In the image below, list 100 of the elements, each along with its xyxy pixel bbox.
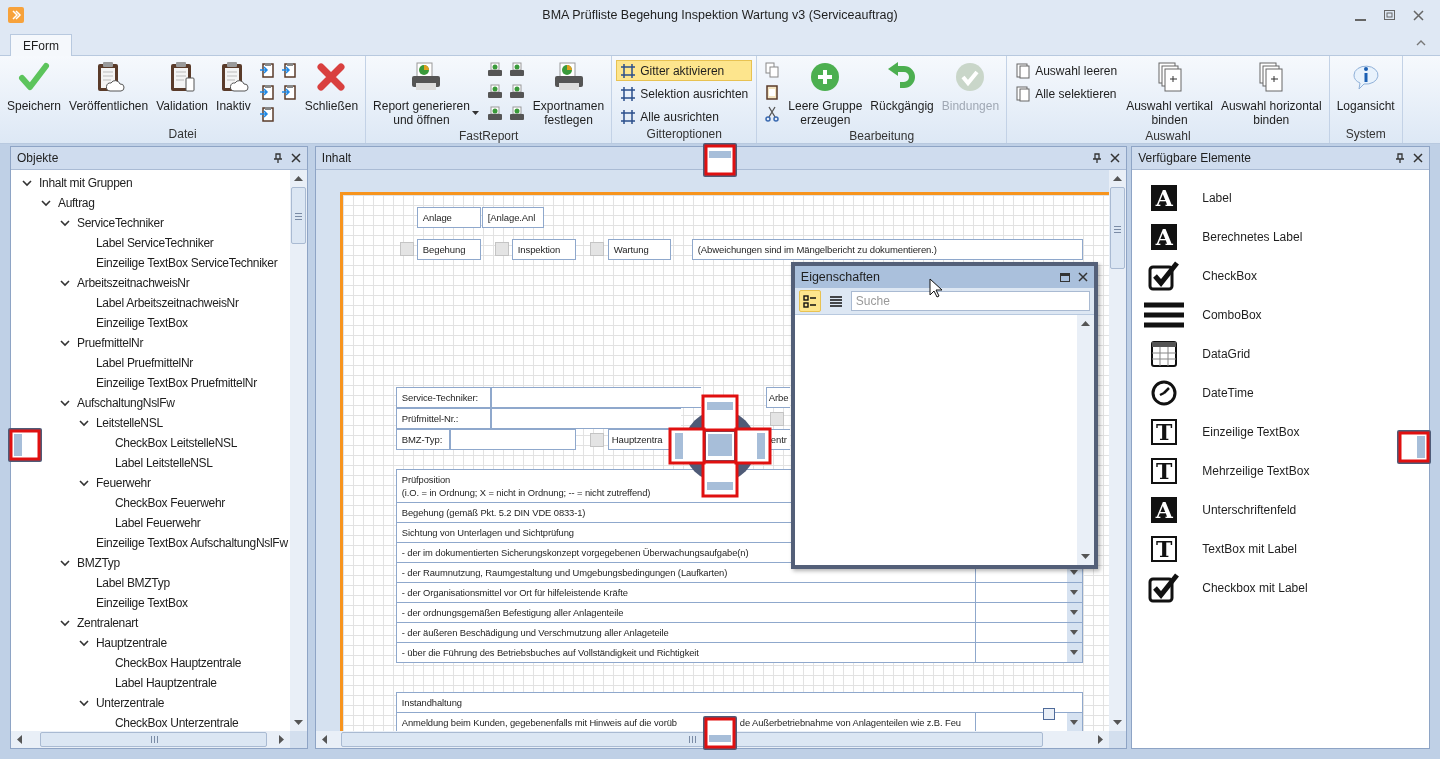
form-checkbox[interactable] xyxy=(494,242,509,256)
ribbon-button[interactable]: Leere Gruppe erzeugen xyxy=(785,59,866,129)
arrow-up-icon[interactable] xyxy=(293,174,303,183)
tree-item[interactable]: AufschaltungNslFw xyxy=(75,396,177,410)
ribbon-tab[interactable]: EForm xyxy=(10,34,72,56)
close-icon[interactable] xyxy=(1413,153,1423,163)
tree-item[interactable]: Unterzentrale xyxy=(94,696,167,710)
printer-icon[interactable] xyxy=(508,62,525,78)
horizontal-scrollbar[interactable] xyxy=(315,731,1110,748)
tree-item[interactable]: CheckBox Feuerwehr xyxy=(113,496,227,510)
ribbon-button[interactable]: Speichern xyxy=(4,59,65,115)
collapse-ribbon-icon[interactable] xyxy=(1416,38,1426,46)
chevron-down-icon[interactable] xyxy=(60,338,70,348)
clipboard-arrow-icon[interactable] xyxy=(258,106,275,122)
dropdown-field[interactable] xyxy=(974,623,1082,642)
form-checkbox[interactable] xyxy=(769,412,784,426)
printer-icon[interactable] xyxy=(486,62,503,78)
ribbon-button[interactable]: Validation xyxy=(153,59,212,115)
scrollbar-thumb[interactable] xyxy=(290,187,306,244)
dropdown-field[interactable] xyxy=(974,643,1082,662)
maximize-icon[interactable] xyxy=(1059,272,1070,282)
close-icon[interactable] xyxy=(1110,153,1121,163)
form-field[interactable] xyxy=(490,408,681,429)
element-item[interactable]: CheckBox xyxy=(1202,268,1257,283)
dock-indicator-icon[interactable] xyxy=(703,716,737,750)
tree-item[interactable]: Label PruefmittelNr xyxy=(94,356,195,370)
form-label[interactable]: Inspektion xyxy=(511,239,576,260)
element-item[interactable]: Einzeilige TextBox xyxy=(1202,424,1300,439)
search-field[interactable]: Suche xyxy=(850,291,1090,311)
tree-item[interactable]: Label LeitstelleNSL xyxy=(113,456,215,470)
ribbon-button[interactable]: Auswahl leeren xyxy=(1011,60,1122,81)
tree-item[interactable]: Label Feuerwehr xyxy=(113,516,203,530)
form-label[interactable]: Begehung xyxy=(416,239,481,260)
element-item[interactable]: Berechnetes Label xyxy=(1202,229,1303,244)
chevron-down-icon[interactable] xyxy=(60,278,70,288)
form-label[interactable]: Wartung xyxy=(607,239,671,260)
tree-item[interactable]: ArbeitszeitnachweisNr xyxy=(75,276,192,290)
close-icon[interactable] xyxy=(1077,272,1088,282)
arrow-up-icon[interactable] xyxy=(1113,174,1123,183)
tree-item[interactable]: LeitstelleNSL xyxy=(94,416,165,430)
restore-button[interactable] xyxy=(1382,7,1397,23)
arrow-up-icon[interactable] xyxy=(1080,319,1090,328)
dock-indicator-icon[interactable] xyxy=(1397,430,1431,464)
ribbon-button[interactable]: Inaktiv xyxy=(213,59,254,115)
form-checkbox[interactable] xyxy=(589,433,604,447)
form-label[interactable]: Prüfmittel-Nr.: xyxy=(395,408,491,429)
scrollbar-thumb[interactable] xyxy=(40,732,267,747)
arrow-right-icon[interactable] xyxy=(1096,735,1106,744)
dock-indicator-icon[interactable] xyxy=(734,427,772,465)
element-item[interactable]: DataGrid xyxy=(1202,346,1251,361)
arrow-down-icon[interactable] xyxy=(1080,552,1090,561)
form-field[interactable] xyxy=(490,387,701,408)
form-label[interactable]: Service-Techniker: xyxy=(395,387,491,408)
dock-indicator-icon[interactable] xyxy=(701,394,739,432)
pin-icon[interactable] xyxy=(1395,153,1405,163)
tree-item[interactable]: PruefmittelNr xyxy=(75,336,146,350)
tree-item[interactable]: Label BMZTyp xyxy=(94,576,172,590)
dock-indicator-icon[interactable] xyxy=(8,428,42,462)
element-item[interactable]: Checkbox mit Label xyxy=(1202,580,1308,595)
element-item[interactable]: Unterschriftenfeld xyxy=(1202,502,1297,517)
clipboard-arrow-icon[interactable] xyxy=(258,62,275,78)
arrow-down-icon[interactable] xyxy=(1113,718,1123,727)
form-field[interactable] xyxy=(449,429,576,450)
form-checkbox[interactable] xyxy=(399,242,414,256)
element-item[interactable]: Mehrzeilige TextBox xyxy=(1202,463,1310,478)
horizontal-scrollbar[interactable] xyxy=(11,731,290,748)
scrollbar-thumb[interactable] xyxy=(1110,187,1126,269)
clipboard-arrow-icon[interactable] xyxy=(280,84,297,100)
view-button[interactable] xyxy=(798,290,821,312)
tree-item[interactable]: Inhalt mit Gruppen xyxy=(37,176,135,190)
ribbon-button[interactable]: Schließen xyxy=(301,59,362,115)
ribbon-button[interactable]: Selektion ausrichten xyxy=(616,83,753,104)
element-item[interactable]: TextBox mit Label xyxy=(1202,541,1297,556)
tree-item[interactable]: Zentralenart xyxy=(75,616,141,630)
dropdown-field[interactable] xyxy=(974,713,1082,731)
ribbon-button[interactable]: Gitter aktivieren xyxy=(616,60,753,81)
arrow-down-icon[interactable] xyxy=(293,718,303,727)
tree-item[interactable]: Einzeilige TextBox PruefmittelNr xyxy=(94,376,259,390)
ribbon-button[interactable]: Alle ausrichten xyxy=(616,106,753,127)
form-checkbox[interactable] xyxy=(589,242,604,256)
scissors-icon[interactable] xyxy=(764,106,781,122)
printer-icon[interactable] xyxy=(486,106,503,122)
element-item[interactable]: DateTime xyxy=(1202,385,1254,400)
tree-item[interactable]: Einzeilige TextBox AufschaltungNslFw xyxy=(94,536,290,550)
chevron-down-icon[interactable] xyxy=(60,558,70,568)
tree-item[interactable]: ServiceTechniker xyxy=(75,216,166,230)
chevron-down-icon[interactable] xyxy=(79,478,89,488)
pin-icon[interactable] xyxy=(1092,153,1103,163)
close-icon[interactable] xyxy=(290,153,301,163)
ribbon-button[interactable]: Logansicht xyxy=(1333,59,1398,115)
tree-item[interactable]: Label ServiceTechniker xyxy=(94,236,216,250)
ribbon-button[interactable]: Veröffentlichen xyxy=(66,59,152,115)
tree-item[interactable]: Auftrag xyxy=(56,196,97,210)
dropdown-field[interactable] xyxy=(974,603,1082,622)
vertical-scrollbar[interactable] xyxy=(1109,170,1127,731)
tree-item[interactable]: Einzeilige TextBox xyxy=(94,596,190,610)
tree-item[interactable]: Einzeilige TextBox xyxy=(94,316,190,330)
tree-item[interactable]: Feuerwehr xyxy=(94,476,153,490)
form-label[interactable]: [Anlage.Anl xyxy=(481,207,544,228)
arrow-left-icon[interactable] xyxy=(319,735,329,744)
